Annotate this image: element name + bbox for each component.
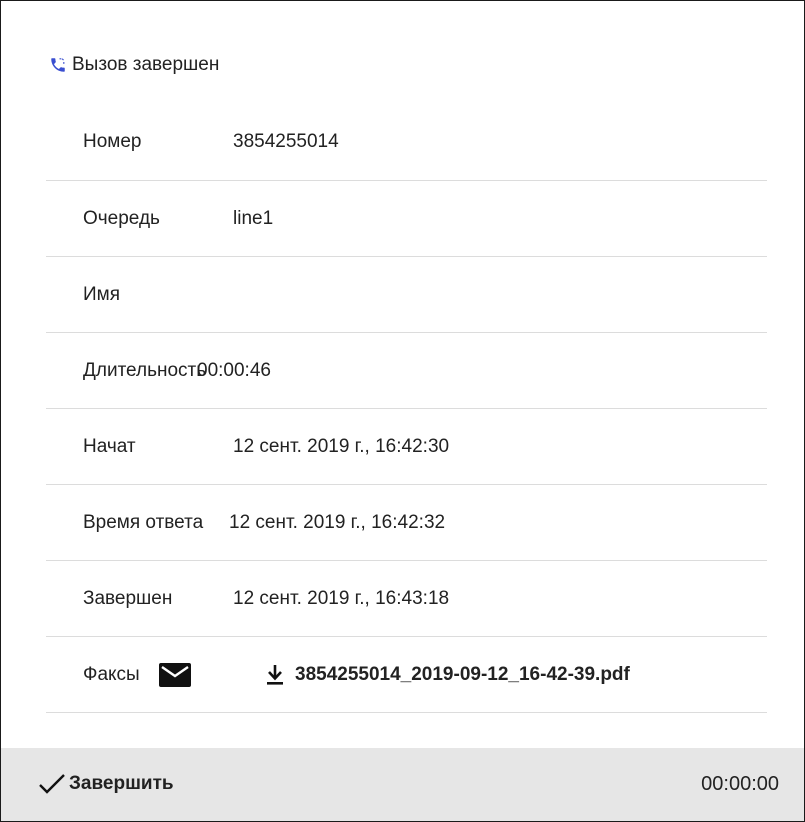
detail-row-name: Имя xyxy=(46,257,767,333)
detail-value: line1 xyxy=(233,207,274,229)
detail-label: Завершен xyxy=(83,587,173,609)
detail-row-ended: Завершен 12 сент. 2019 г., 16:43:18 xyxy=(46,561,767,637)
check-icon xyxy=(37,772,67,796)
call-timer: 00:00:00 xyxy=(701,773,779,795)
detail-value: 12 сент. 2019 г., 16:43:18 xyxy=(233,587,450,609)
detail-label: Время ответа xyxy=(83,511,204,533)
finish-button-label: Завершить xyxy=(69,773,174,794)
detail-label: Очередь xyxy=(83,207,160,229)
detail-value: 00:00:46 xyxy=(197,359,271,381)
phone-call-ended-icon xyxy=(48,55,68,75)
detail-row-started: Начат 12 сент. 2019 г., 16:42:30 xyxy=(46,409,767,485)
detail-row-queue: Очередь line1 xyxy=(46,181,767,257)
fax-label-group: Факсы xyxy=(83,662,191,687)
detail-value: 3854255014 xyxy=(233,131,339,152)
fax-file-name: 3854255014_2019-09-12_16-42-39.pdf xyxy=(295,663,630,685)
finish-button[interactable]: Завершить xyxy=(37,772,174,796)
detail-row-faxes: Факсы 3854255014_2019-09-12_16-42-39.pdf xyxy=(46,637,767,713)
detail-label: Длительность xyxy=(83,359,207,381)
call-status-title: Вызов завершен xyxy=(72,54,220,75)
detail-value: 12 сент. 2019 г., 16:42:30 xyxy=(233,435,450,457)
detail-label: Имя xyxy=(83,283,121,305)
detail-row-duration: Длительность 00:00:46 xyxy=(46,333,767,409)
detail-label: Начат xyxy=(83,435,136,457)
mail-icon xyxy=(158,662,191,687)
call-card: Вызов завершен Номер 3854255014 Очередь … xyxy=(0,0,805,822)
fax-file-download-link[interactable]: 3854255014_2019-09-12_16-42-39.pdf xyxy=(266,664,630,686)
download-icon xyxy=(266,664,284,685)
detail-value: 12 сент. 2019 г., 16:42:32 xyxy=(229,511,446,533)
call-details-list: Номер 3854255014 Очередь line1 Имя Длите… xyxy=(46,104,767,713)
detail-row-answer-time: Время ответа 12 сент. 2019 г., 16:42:32 xyxy=(46,485,767,561)
detail-row-number: Номер 3854255014 xyxy=(46,104,767,181)
detail-label: Номер xyxy=(83,131,142,152)
fax-label: Факсы xyxy=(83,663,140,685)
call-status-header: Вызов завершен xyxy=(48,54,219,76)
call-card-footer: Завершить 00:00:00 xyxy=(1,748,804,821)
